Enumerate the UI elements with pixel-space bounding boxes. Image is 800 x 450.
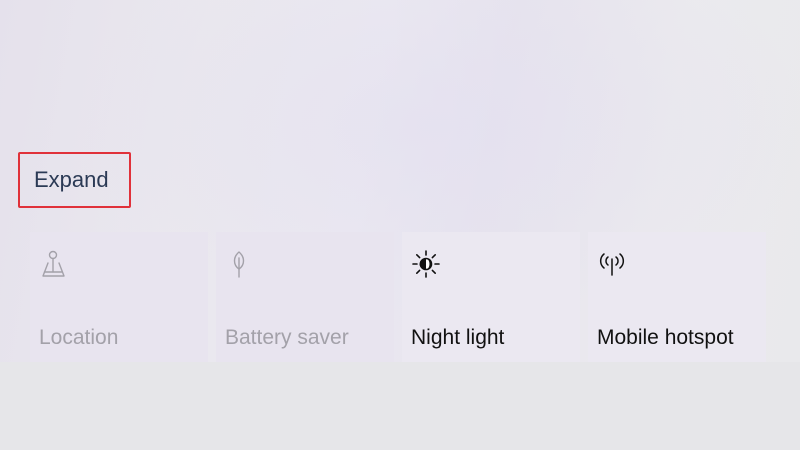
mobile-hotspot-tile[interactable]: Mobile hotspot (588, 232, 766, 362)
expand-button[interactable]: Expand (18, 152, 131, 208)
battery-saver-tile[interactable]: Battery saver (216, 232, 394, 362)
location-label: Location (39, 326, 119, 349)
night-light-label: Night light (411, 326, 505, 349)
quick-actions-grid: Location Battery saver Night light Mobil… (30, 232, 770, 362)
expand-label: Expand (34, 167, 109, 192)
location-tile[interactable]: Location (30, 232, 208, 362)
battery-saver-icon (224, 248, 256, 280)
night-light-tile[interactable]: Night light (402, 232, 580, 362)
location-icon (38, 248, 70, 280)
mobile-hotspot-label: Mobile hotspot (597, 326, 734, 349)
background-area (0, 362, 800, 450)
night-light-icon (410, 248, 442, 280)
mobile-hotspot-icon (596, 248, 628, 280)
battery-saver-label: Battery saver (225, 326, 349, 349)
